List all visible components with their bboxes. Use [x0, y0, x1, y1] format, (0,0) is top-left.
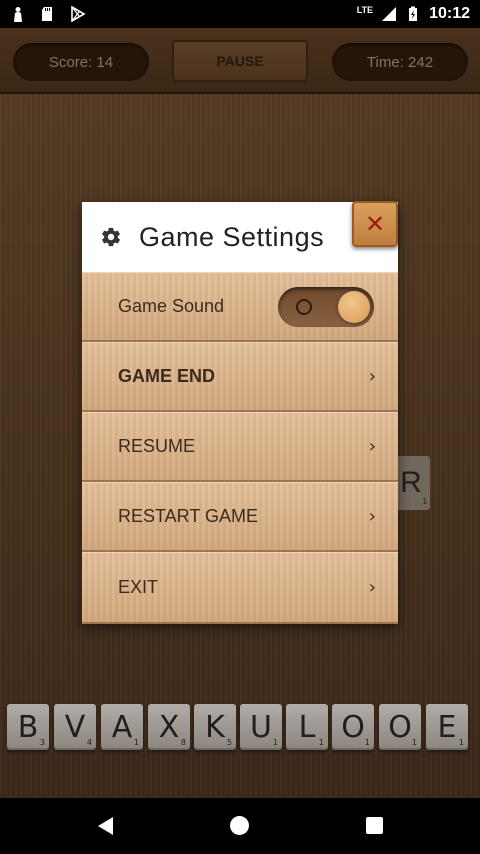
sd-card-icon — [42, 7, 52, 21]
menu-item-restart-game[interactable]: RESTART GAME › — [82, 482, 398, 552]
status-time: 10:12 — [429, 5, 470, 22]
chevron-right-icon: › — [368, 506, 376, 527]
signal-icon — [382, 7, 397, 21]
recent-apps-icon[interactable] — [366, 817, 383, 834]
back-icon[interactable] — [96, 816, 114, 836]
menu-item-label: EXIT — [118, 577, 159, 597]
game-sound-label: Game Sound — [118, 296, 225, 316]
person-icon — [14, 7, 22, 22]
menu-item-resume[interactable]: RESUME › — [82, 412, 398, 482]
close-button[interactable]: ✕ — [352, 201, 398, 247]
menu-item-exit[interactable]: EXIT › — [82, 552, 398, 624]
dialog-menu: Game Sound GAME END › RESUME › RESTART G… — [82, 272, 398, 624]
battery-icon — [409, 6, 418, 21]
dialog-header: Game Settings — [82, 202, 398, 272]
menu-item-label: RESTART GAME — [118, 506, 259, 526]
dialog-title: Game Settings — [139, 222, 325, 252]
chevron-right-icon: › — [368, 366, 376, 387]
menu-item-game-end[interactable]: GAME END › — [82, 342, 398, 412]
play-store-icon — [71, 6, 86, 22]
menu-item-label: GAME END — [118, 366, 216, 386]
settings-dialog: Game Settings Game Sound GAME END › RESU… — [82, 202, 398, 624]
navigation-bar — [0, 798, 480, 854]
gear-icon — [102, 227, 120, 247]
close-icon: ✕ — [364, 210, 386, 238]
toggle-off-indicator — [296, 299, 312, 315]
toggle-knob — [338, 291, 370, 323]
game-sound-toggle[interactable] — [278, 287, 374, 327]
menu-item-label: RESUME — [118, 436, 196, 456]
chevron-right-icon: › — [368, 436, 376, 457]
game-sound-row: Game Sound — [82, 272, 398, 342]
status-bar: LTE 10:12 — [0, 0, 480, 28]
chevron-right-icon: › — [368, 577, 376, 598]
home-icon[interactable] — [230, 816, 249, 835]
network-type: LTE — [356, 5, 374, 15]
